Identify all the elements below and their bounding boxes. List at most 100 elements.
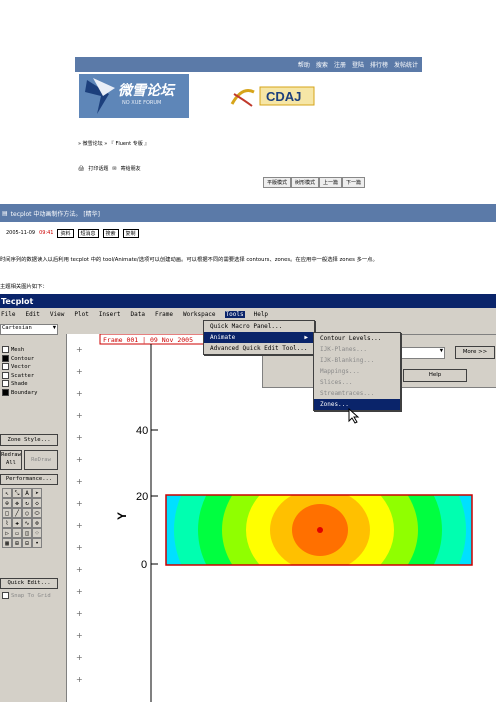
adjustor-icon[interactable]: ⤡: [12, 488, 22, 498]
performance-button[interactable]: Performance...: [0, 474, 58, 485]
menu-insert[interactable]: Insert: [98, 311, 122, 318]
polyline-icon[interactable]: ⌇: [2, 518, 12, 528]
layer-list: Mesh Contour Vector Scatter Shade Bounda…: [2, 346, 38, 397]
frame-icon[interactable]: ⊟: [22, 538, 32, 548]
nav-link-ranking[interactable]: 排行榜: [370, 60, 388, 69]
tree-mode-button[interactable]: 树形模式: [291, 177, 320, 188]
pointer-icon[interactable]: ➤: [32, 488, 42, 498]
post-body-line1: 时间序列的数据读入以后利用 tecplot 中的 tool/Animate/选项…: [0, 257, 378, 263]
animate-item-streamtraces[interactable]: Streamtraces...: [314, 388, 400, 399]
print-send-row: 🖨 打印话题 ✉ 寄给朋友: [78, 165, 141, 173]
translate-icon[interactable]: ✥: [12, 498, 22, 508]
tecplot-sidebar: Cartesian ▼ Mesh Contour Vector Scatter …: [0, 320, 62, 702]
send-friend-link[interactable]: 寄给朋友: [121, 165, 141, 172]
menu-view[interactable]: View: [49, 311, 65, 318]
ruler-plus-mark: +: [76, 367, 83, 376]
text-icon[interactable]: A: [22, 488, 32, 498]
selector-icon[interactable]: ↖: [2, 488, 12, 498]
layer-vector[interactable]: Vector: [2, 363, 38, 372]
ruler-plus-mark: +: [76, 477, 83, 486]
print-link[interactable]: 打印话题: [88, 165, 108, 172]
help-button[interactable]: Help: [403, 369, 467, 382]
contour-add-icon[interactable]: ⊗: [32, 518, 42, 528]
layer-contour[interactable]: Contour: [2, 354, 38, 364]
menu-frame[interactable]: Frame: [154, 311, 174, 318]
tecplot-title: Tecplot: [1, 296, 34, 306]
circle-icon[interactable]: ○: [22, 508, 32, 518]
ruler-plus-mark: +: [76, 631, 83, 640]
slice-icon[interactable]: ◫: [22, 528, 32, 538]
point-icon[interactable]: ⁘: [32, 528, 42, 538]
next-thread-button[interactable]: 下一篇: [342, 177, 366, 188]
nav-link-help[interactable]: 帮助: [298, 60, 310, 69]
zone-icon[interactable]: ▭: [12, 528, 22, 538]
tools-item-animate[interactable]: Animate ▶: [204, 332, 314, 343]
thread-title: tecplot 中动画制作方法。 [精华]: [10, 210, 101, 218]
printer-icon[interactable]: 🖨: [78, 166, 84, 172]
layer-boundary[interactable]: Boundary: [2, 388, 38, 398]
tecplot-menubar: File Edit View Plot Insert Data Frame Wo…: [0, 308, 496, 320]
ruler-plus-mark: +: [76, 653, 83, 662]
menu-edit[interactable]: Edit: [24, 311, 40, 318]
prev-thread-button[interactable]: 上一篇: [319, 177, 343, 188]
vcr-icon[interactable]: ▷: [2, 528, 12, 538]
geometry-icon[interactable]: ◇: [32, 498, 42, 508]
menu-help[interactable]: Help: [253, 311, 269, 318]
more-button[interactable]: More >>: [455, 346, 495, 359]
animate-submenu: Contour Levels... IJK-Planes... IJK-Blanki…: [313, 332, 401, 411]
animate-item-mappings[interactable]: Mappings...: [314, 366, 400, 377]
layer-vector-label: Vector: [11, 364, 31, 370]
nav-link-login[interactable]: 登陆: [352, 60, 364, 69]
plot-type-select[interactable]: Cartesian ▼: [0, 324, 58, 335]
axis-icon[interactable]: ⊞: [12, 538, 22, 548]
nav-link-register[interactable]: 注册: [334, 60, 346, 69]
flat-mode-button[interactable]: 平版模式: [263, 177, 292, 188]
animate-item-slices[interactable]: Slices...: [314, 377, 400, 388]
line-icon[interactable]: ╱: [12, 508, 22, 518]
zone-style-button[interactable]: Zone Style...: [0, 434, 58, 446]
zoom-icon[interactable]: ⊕: [2, 498, 12, 508]
quick-edit-button[interactable]: Quick Edit...: [0, 578, 58, 589]
nav-link-search[interactable]: 搜索: [316, 60, 328, 69]
menu-file[interactable]: File: [0, 311, 16, 318]
menu-tools[interactable]: Tools: [224, 310, 245, 318]
animate-item-contour-levels[interactable]: Contour Levels...: [314, 333, 400, 344]
ellipse-icon[interactable]: ⬭: [32, 508, 42, 518]
animate-item-ijk-planes[interactable]: IJK-Planes...: [314, 344, 400, 355]
dot-icon[interactable]: •: [32, 538, 42, 548]
profile-button[interactable]: 资料: [57, 228, 74, 238]
layer-mesh[interactable]: Mesh: [2, 346, 38, 355]
tools-item-advanced-quick-edit[interactable]: Advanced Quick Edit Tool...: [204, 343, 314, 354]
search-button[interactable]: 搜索: [102, 228, 119, 238]
copy-button[interactable]: 复制: [122, 228, 139, 238]
tools-item-quick-macro[interactable]: Quick Macro Panel...: [204, 321, 314, 332]
layer-scatter[interactable]: Scatter: [2, 371, 38, 381]
snap-label: Snap To Grid: [11, 593, 51, 599]
grid-icon[interactable]: ▦: [2, 538, 12, 548]
redraw-button[interactable]: Redraw All: [0, 450, 22, 470]
rotate-icon[interactable]: ↻: [22, 498, 32, 508]
nav-link-stats[interactable]: 发帖统计: [394, 60, 418, 69]
ruler-plus-mark: +: [76, 675, 83, 684]
probe-icon[interactable]: ✚: [12, 518, 22, 528]
breadcrumb[interactable]: » 微雪论坛 » 『 Fluent 专版 』: [78, 140, 149, 147]
streamtrace-icon[interactable]: ∿: [22, 518, 32, 528]
redraw-label: Redraw: [1, 452, 21, 458]
layer-shade[interactable]: Shade: [2, 380, 38, 389]
ruler-plus-mark: +: [76, 587, 83, 596]
square-icon[interactable]: □: [2, 508, 12, 518]
redraw-button-2[interactable]: ReDraw: [24, 450, 58, 470]
layer-scatter-label: Scatter: [11, 372, 35, 379]
animate-item-ijk-blanking[interactable]: IJK-Blanking...: [314, 355, 400, 366]
snap-to-grid[interactable]: Snap To Grid: [2, 592, 51, 599]
y-tick-0: 0: [141, 559, 147, 571]
layer-shade-label: Shade: [11, 381, 28, 387]
partner-logo[interactable]: CDAJ: [228, 82, 318, 112]
mail-icon[interactable]: ✉: [112, 166, 116, 172]
menu-data[interactable]: Data: [130, 311, 146, 318]
cdaj-logo-text: CDAJ: [266, 89, 301, 104]
post-time: 09:41: [39, 230, 54, 236]
menu-plot[interactable]: Plot: [73, 311, 89, 318]
message-button[interactable]: 短消息: [77, 228, 99, 238]
menu-workspace[interactable]: Workspace: [182, 311, 217, 318]
